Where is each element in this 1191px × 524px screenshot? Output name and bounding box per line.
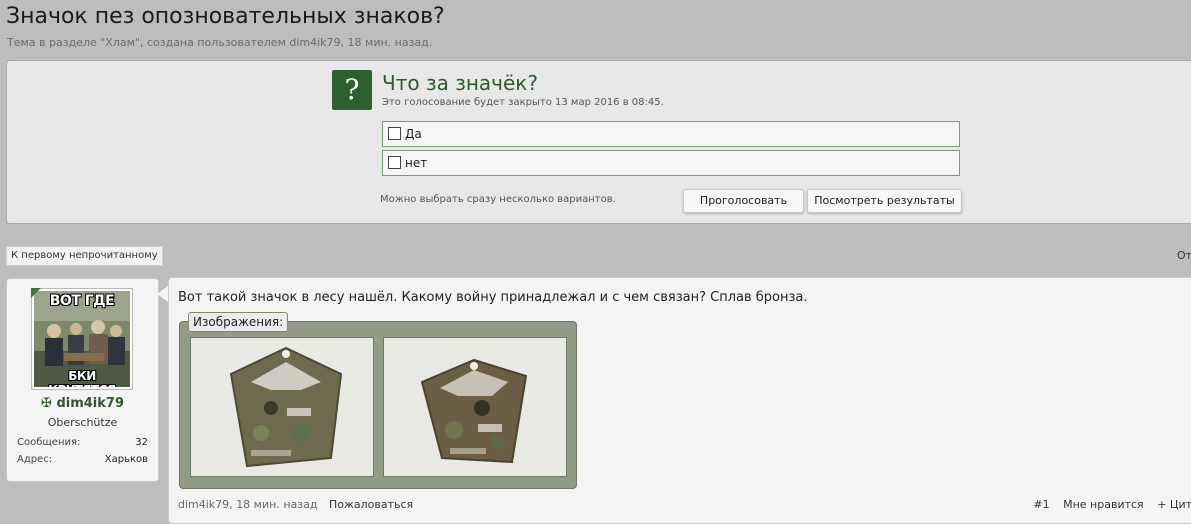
- avatar-caption-top: ВОТ ГДЕ: [49, 293, 115, 309]
- poll-option-label: Да: [405, 127, 422, 141]
- question-mark-icon: ?: [332, 70, 372, 110]
- attachment-thumbnail[interactable]: [190, 337, 374, 477]
- username-text[interactable]: dim4ik79: [56, 396, 124, 411]
- poll-block: ? Что за значёк? Это голосование будет з…: [6, 60, 1191, 224]
- poll-option-no[interactable]: нет: [382, 150, 960, 176]
- post-text: Вот такой значок в лесу нашёл. Какому во…: [178, 290, 808, 305]
- post-number[interactable]: #1: [1033, 498, 1049, 511]
- badge-photo-2: [384, 338, 566, 476]
- poll-question: Что за значёк?: [382, 71, 538, 95]
- avatar[interactable]: ВОТ ГДЕ БКИ КРУТЯТСЯ: [31, 288, 133, 390]
- stat-value[interactable]: 32: [135, 437, 148, 448]
- view-results-button[interactable]: Посмотреть результаты: [807, 189, 962, 213]
- speech-arrow: [157, 286, 168, 302]
- attachment-thumbnail[interactable]: [383, 337, 567, 477]
- sort-link-truncated[interactable]: От: [1177, 249, 1191, 262]
- quote-link[interactable]: + Цит: [1157, 498, 1191, 511]
- post-time[interactable]: 18 мин. назад: [236, 498, 317, 511]
- poll-option-yes[interactable]: Да: [382, 121, 960, 147]
- user-title: Oberschütze: [47, 416, 118, 429]
- poll-close-info: Это голосование будет закрыто 13 мар 201…: [382, 97, 664, 108]
- report-link[interactable]: Пожаловаться: [329, 498, 413, 511]
- badge-photo-1: [191, 338, 373, 476]
- poll-option-label: нет: [405, 156, 428, 170]
- stat-label: Сообщения:: [17, 437, 81, 448]
- first-unread-link[interactable]: К первому непрочитанному: [6, 246, 163, 266]
- stat-label: Адрес:: [17, 454, 53, 465]
- checkbox-icon[interactable]: [388, 156, 401, 169]
- poll-note: Можно выбрать сразу несколько вариантов.: [380, 194, 616, 205]
- post-message: Вот такой значок в лесу нашёл. Какому во…: [168, 277, 1191, 524]
- checkbox-icon[interactable]: [388, 127, 401, 140]
- online-indicator-icon: [31, 288, 41, 298]
- attachments-label: Изображения:: [188, 312, 289, 332]
- thread-subtitle: Тема в разделе "Хлам", создана пользоват…: [7, 36, 433, 49]
- post-meta: dim4ik79, 18 мин. назад Пожаловаться: [178, 498, 414, 511]
- user-info-panel: ВОТ ГДЕ БКИ КРУТЯТСЯ ✠ dim4ik79 Oberschü…: [6, 278, 159, 482]
- post-actions: #1 Мне нравится + Цит: [1023, 498, 1191, 511]
- thread-title: Значок пез опозновательных знаков?: [6, 4, 445, 29]
- avatar-caption-bottom: БКИ КРУТЯТСЯ: [48, 369, 116, 387]
- username[interactable]: ✠ dim4ik79: [7, 396, 158, 411]
- avatar-image[interactable]: ВОТ ГДЕ БКИ КРУТЯТСЯ: [34, 291, 130, 387]
- post-author[interactable]: dim4ik79: [178, 498, 229, 511]
- stat-value: Харьков: [104, 454, 148, 465]
- like-link[interactable]: Мне нравится: [1063, 498, 1144, 511]
- vote-button[interactable]: Проголосовать: [683, 189, 804, 213]
- iron-cross-icon: ✠: [41, 396, 52, 411]
